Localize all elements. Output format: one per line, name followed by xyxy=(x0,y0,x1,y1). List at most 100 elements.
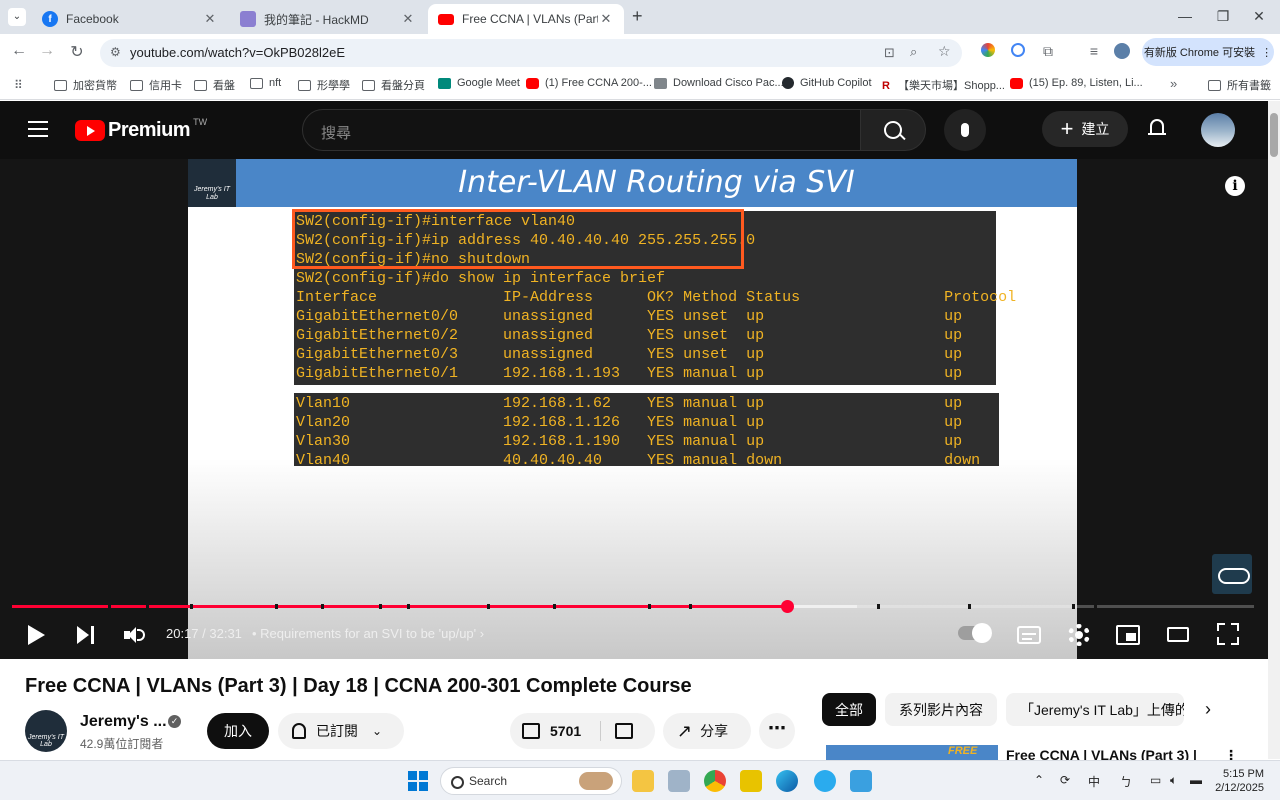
sync-icon[interactable]: ⟳ xyxy=(1060,773,1070,787)
address-bar[interactable]: ⚙ youtube.com/watch?v=OkPB028l2eE ⊡ ⌕ ☆ xyxy=(100,39,962,67)
account-avatar[interactable] xyxy=(1201,113,1235,147)
like-button[interactable]: 5701 xyxy=(510,713,600,749)
extensions-puzzle-icon[interactable]: ⧉ xyxy=(1038,43,1058,60)
chrome-icon[interactable] xyxy=(704,770,726,792)
youtube-premium-logo[interactable]: Premium TW xyxy=(75,117,207,142)
bookmark-folder[interactable]: 信用卡 xyxy=(130,77,182,93)
notifications-bell-icon[interactable] xyxy=(1148,118,1166,138)
system-clock[interactable]: 5:15 PM 2/12/2025 xyxy=(1214,767,1264,795)
extension-icon-2[interactable] xyxy=(1008,43,1028,60)
channel-avatar-text: Jeremy's IT Lab xyxy=(28,734,64,748)
more-actions-button[interactable]: ⋯ xyxy=(759,713,795,749)
tray-chevron-up-icon[interactable]: ⌃ xyxy=(1034,773,1044,787)
profile-avatar-icon[interactable] xyxy=(1112,43,1132,62)
telegram-icon[interactable] xyxy=(814,770,836,792)
chip-series[interactable]: 系列影片內容 xyxy=(885,693,997,726)
restore-icon[interactable]: ❐ xyxy=(1208,8,1238,25)
chapter-title[interactable]: • Requirements for an SVI to be 'up/up' … xyxy=(252,626,484,641)
fullscreen-button[interactable] xyxy=(1217,623,1239,645)
minimize-icon[interactable]: — xyxy=(1170,8,1200,24)
search-button[interactable] xyxy=(860,109,926,151)
volume-button[interactable] xyxy=(124,625,146,645)
scrollbar-thumb[interactable] xyxy=(1270,113,1278,157)
chip-uploads[interactable]: 「Jeremy's IT Lab」上傳的 xyxy=(1006,693,1184,726)
bookmark-rakuten[interactable]: R 【樂天市場】Shopp... xyxy=(882,77,1005,93)
recommended-thumbnail[interactable]: FREE xyxy=(826,745,998,760)
bookmark-cisco[interactable]: Download Cisco Pac... xyxy=(654,77,784,89)
close-tab-icon[interactable]: ✕ xyxy=(202,11,218,27)
subscribed-button[interactable]: 已訂閱 ⌄ xyxy=(278,713,404,749)
ime-indicator[interactable]: 中 xyxy=(1088,773,1100,790)
bookmark-google-meet[interactable]: Google Meet xyxy=(438,77,520,89)
chevron-right-icon[interactable]: › xyxy=(1205,699,1211,720)
app-icon-yellow[interactable] xyxy=(740,770,762,792)
bookmark-folder[interactable]: 形學學 xyxy=(298,77,350,93)
app-icon[interactable] xyxy=(668,770,690,792)
create-button[interactable]: + 建立 xyxy=(1042,111,1128,147)
next-video-button[interactable] xyxy=(77,626,95,644)
speaker-icon[interactable]: 🔈︎ xyxy=(1170,773,1177,788)
settings-gear-icon[interactable] xyxy=(1068,624,1090,646)
site-info-icon[interactable]: ⚙ xyxy=(110,45,121,59)
autoplay-toggle[interactable] xyxy=(958,623,992,643)
info-icon[interactable]: i xyxy=(1225,176,1245,196)
bookmark-ccna[interactable]: (1) Free CCNA 200-... xyxy=(526,77,652,89)
subtitles-button[interactable] xyxy=(1017,626,1041,644)
video-player[interactable]: Jeremy's IT Lab Inter-VLAN Routing via S… xyxy=(0,159,1268,659)
bookmark-star-icon[interactable]: ☆ xyxy=(938,43,951,60)
share-button[interactable]: ↗ 分享 xyxy=(663,713,751,749)
scrubber-handle[interactable] xyxy=(781,600,794,613)
progress-bar[interactable] xyxy=(12,600,1254,613)
voice-search-button[interactable] xyxy=(944,109,986,151)
search-input[interactable]: 搜尋 xyxy=(302,109,862,151)
join-button[interactable]: 加入 xyxy=(207,713,269,749)
back-icon[interactable]: ← xyxy=(8,42,30,60)
close-window-icon[interactable]: ✕ xyxy=(1244,8,1274,25)
bookmark-podcast[interactable]: (15) Ep. 89, Listen, Li... xyxy=(1010,77,1143,89)
close-tab-icon[interactable]: ✕ xyxy=(400,11,416,27)
tab-hackmd[interactable]: 我的筆記 - HackMD ✕ xyxy=(230,4,426,34)
close-tab-icon[interactable]: ✕ xyxy=(598,11,614,27)
all-bookmarks[interactable]: 所有書籤 xyxy=(1208,77,1271,93)
install-icon[interactable]: ⊡ xyxy=(884,45,895,61)
tab-youtube-active[interactable]: Free CCNA | VLANs (Part 3) | Da ✕ xyxy=(428,4,624,34)
terminal-output-2: Vlan10 192.168.1.62 YES manual up up Vlan… xyxy=(294,393,999,469)
share-icon: ↗ xyxy=(677,720,693,741)
reload-icon[interactable]: ↻ xyxy=(66,42,88,62)
file-explorer-icon[interactable] xyxy=(632,770,654,792)
bookmark-github-copilot[interactable]: GitHub Copilot xyxy=(782,77,872,89)
youtube-icon xyxy=(526,77,539,89)
chip-all[interactable]: 全部 xyxy=(822,693,876,726)
tab-search-dropdown[interactable]: ⌄ xyxy=(8,8,26,26)
dislike-button[interactable] xyxy=(615,723,633,739)
extension-color-icon[interactable] xyxy=(978,43,998,60)
play-button[interactable] xyxy=(28,625,45,645)
zoom-icon[interactable]: ⌕ xyxy=(910,44,917,60)
chrome-update-button[interactable]: 有新版 Chrome 可安裝 ⋮ xyxy=(1142,38,1274,66)
windows-start-icon[interactable] xyxy=(408,771,428,791)
battery-icon[interactable]: ▬ xyxy=(1190,773,1202,787)
notepad-icon[interactable] xyxy=(850,770,872,792)
menu-icon[interactable] xyxy=(28,121,48,137)
apps-grid-icon[interactable]: ⠿ xyxy=(14,78,23,92)
forward-icon[interactable]: → xyxy=(36,42,58,60)
channel-avatar[interactable]: Jeremy's IT Lab xyxy=(25,710,67,752)
bookmark-folder[interactable]: nft xyxy=(250,77,281,89)
channel-watermark[interactable] xyxy=(1212,554,1252,594)
miniplayer-button[interactable] xyxy=(1116,625,1140,645)
bookmarks-overflow-icon[interactable]: » xyxy=(1170,76,1177,91)
bookmark-folder[interactable]: 看盤分頁 xyxy=(362,77,425,93)
bookmark-folder[interactable]: 看盤 xyxy=(194,77,235,93)
tab-facebook[interactable]: f Facebook ✕ xyxy=(32,4,228,34)
bookmark-folder[interactable]: 加密貨幣 xyxy=(54,77,117,93)
network-icon[interactable]: ▭ xyxy=(1150,773,1161,787)
media-controls-icon[interactable]: ≡ xyxy=(1084,43,1104,59)
taskbar-search[interactable]: Search xyxy=(440,767,622,795)
theater-mode-button[interactable] xyxy=(1167,627,1189,642)
edge-icon[interactable] xyxy=(776,770,798,792)
channel-name[interactable]: Jeremy's ... xyxy=(80,713,167,731)
new-tab-icon[interactable]: + xyxy=(632,6,643,27)
windows-taskbar: Search ⌃ ⟳ 中 ㄅ ▭ 🔈︎ ▬ 5:15 PM 2/12/2025 xyxy=(0,760,1280,800)
ime-mode-icon[interactable]: ㄅ xyxy=(1120,773,1132,790)
page-scrollbar[interactable] xyxy=(1268,101,1280,759)
